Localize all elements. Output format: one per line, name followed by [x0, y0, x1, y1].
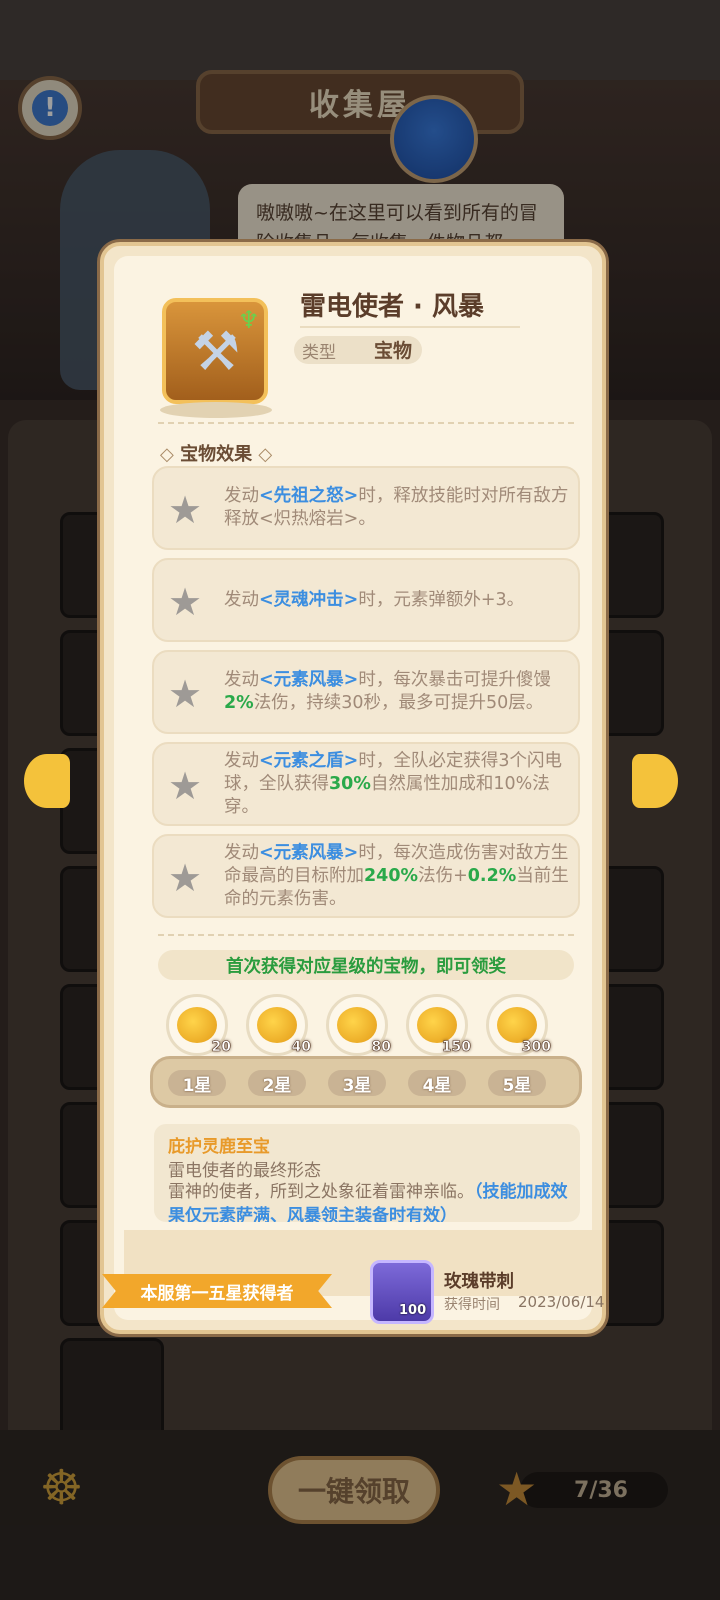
lore-subtitle: 雷电使者的最终形态 — [168, 1161, 321, 1181]
chevron-right-icon: ◇ — [252, 444, 273, 465]
effect-row: ★ 发动<元素风暴>时，每次暴击可提升傻馒2%法伤，持续30秒，最多可提升50层… — [152, 650, 580, 734]
star-icon: ★ — [168, 672, 203, 716]
effect-row: ★ 发动<元素之盾>时，全队必定获得3个闪电球，全队获得30%自然属性加成和10… — [152, 742, 580, 826]
star-icon: ★ — [168, 856, 203, 900]
reward-banner: 首次获得对应星级的宝物，即可领奖 — [158, 950, 574, 980]
reward-amount: 20 — [211, 1039, 231, 1056]
effect-row: ★ 发动<灵魂冲击>时，元素弹额外+3。 — [152, 558, 580, 642]
effect-row: ★ 发动<先祖之怒>时，释放技能时对所有敌方释放<炽热熔岩>。 — [152, 466, 580, 550]
effect-text: 发动<灵魂冲击>时，元素弹额外+3。 — [224, 589, 525, 610]
reward-amount: 80 — [371, 1039, 391, 1056]
type-label: 类型 — [302, 343, 336, 363]
coin-icon — [337, 1007, 377, 1043]
item-detail-modal: ⚒ ♆ 雷电使者 · 风暴 类型 宝物 ◇ 宝物效果 ◇ ★ 发动<先祖之怒>时… — [100, 242, 606, 1334]
obtain-date: 2023/06/14 — [518, 1293, 605, 1311]
first-owner-ribbon: 本服第一五星获得者 — [102, 1274, 332, 1308]
coin-icon — [497, 1007, 537, 1043]
coin-icon — [177, 1007, 217, 1043]
effect-text: 发动<先祖之怒>时，释放技能时对所有敌方释放<炽热熔岩>。 — [224, 486, 569, 529]
effect-row: ★ 发动<元素风暴>时，每次造成伤害对敌方生命最高的目标附加240%法伤+0.2… — [152, 834, 580, 918]
reward-coin[interactable]: 150 — [406, 994, 471, 1056]
effect-text: 发动<元素之盾>时，全队必定获得3个闪电球，全队获得30%自然属性加成和10%法… — [224, 750, 562, 817]
chevron-left-icon: ◇ — [160, 444, 181, 465]
antler-icon: ♆ — [238, 306, 260, 334]
reward-amount: 40 — [291, 1039, 311, 1056]
reward-amount: 150 — [441, 1039, 471, 1056]
obtain-time-label: 获得时间 — [444, 1297, 500, 1313]
effects-heading: ◇ 宝物效果 ◇ — [160, 440, 300, 468]
lore-title: 庇护灵鹿至宝 — [168, 1137, 270, 1157]
divider — [158, 422, 574, 424]
star-icon: ★ — [168, 488, 203, 532]
player-level: 100 — [399, 1303, 427, 1318]
star-icon: ★ — [168, 580, 203, 624]
lore-body: 雷神的使者，所到之处象征着雷神亲临。（技能加成效果仅元素萨满、风暴领主装备时有效… — [168, 1182, 568, 1222]
star-tier-label: 2星 — [248, 1070, 306, 1096]
reward-coin[interactable]: 40 — [246, 994, 311, 1056]
player-name: 玫瑰带刺 — [444, 1272, 514, 1292]
reward-coin[interactable]: 20 — [166, 994, 231, 1056]
star-tier-label: 5星 — [488, 1070, 546, 1096]
reward-coin[interactable]: 300 — [486, 994, 551, 1056]
divider — [158, 934, 574, 936]
star-tier-label: 1星 — [168, 1070, 226, 1096]
effect-text: 发动<元素风暴>时，每次造成伤害对敌方生命最高的目标附加240%法伤+0.2%当… — [224, 842, 569, 909]
reward-amount: 300 — [521, 1039, 551, 1056]
item-frame: ⚒ ♆ — [160, 298, 272, 418]
next-arrow-icon[interactable] — [632, 754, 678, 808]
effects-heading-text: 宝物效果 — [180, 444, 253, 465]
modal-panel: ⚒ ♆ 雷电使者 · 风暴 类型 宝物 ◇ 宝物效果 ◇ ★ 发动<先祖之怒>时… — [102, 256, 604, 1324]
star-tier-label: 4星 — [408, 1070, 466, 1096]
lore-box[interactable]: 庇护灵鹿至宝 雷电使者的最终形态 雷神的使者，所到之处象征着雷神亲临。（技能加成… — [154, 1124, 580, 1222]
item-name: 雷电使者 · 风暴 — [300, 286, 520, 328]
star-tier-label: 3星 — [328, 1070, 386, 1096]
player-avatar[interactable]: 100 — [370, 1260, 434, 1324]
coin-icon — [257, 1007, 297, 1043]
star-icon: ★ — [168, 764, 203, 808]
item-pedestal — [160, 402, 272, 418]
reward-coin[interactable]: 80 — [326, 994, 391, 1056]
type-value: 宝物 — [374, 340, 413, 362]
coin-icon — [417, 1007, 457, 1043]
prev-arrow-icon[interactable] — [24, 754, 70, 808]
effect-text: 发动<元素风暴>时，每次暴击可提升傻馒2%法伤，持续30秒，最多可提升50层。 — [224, 670, 551, 713]
